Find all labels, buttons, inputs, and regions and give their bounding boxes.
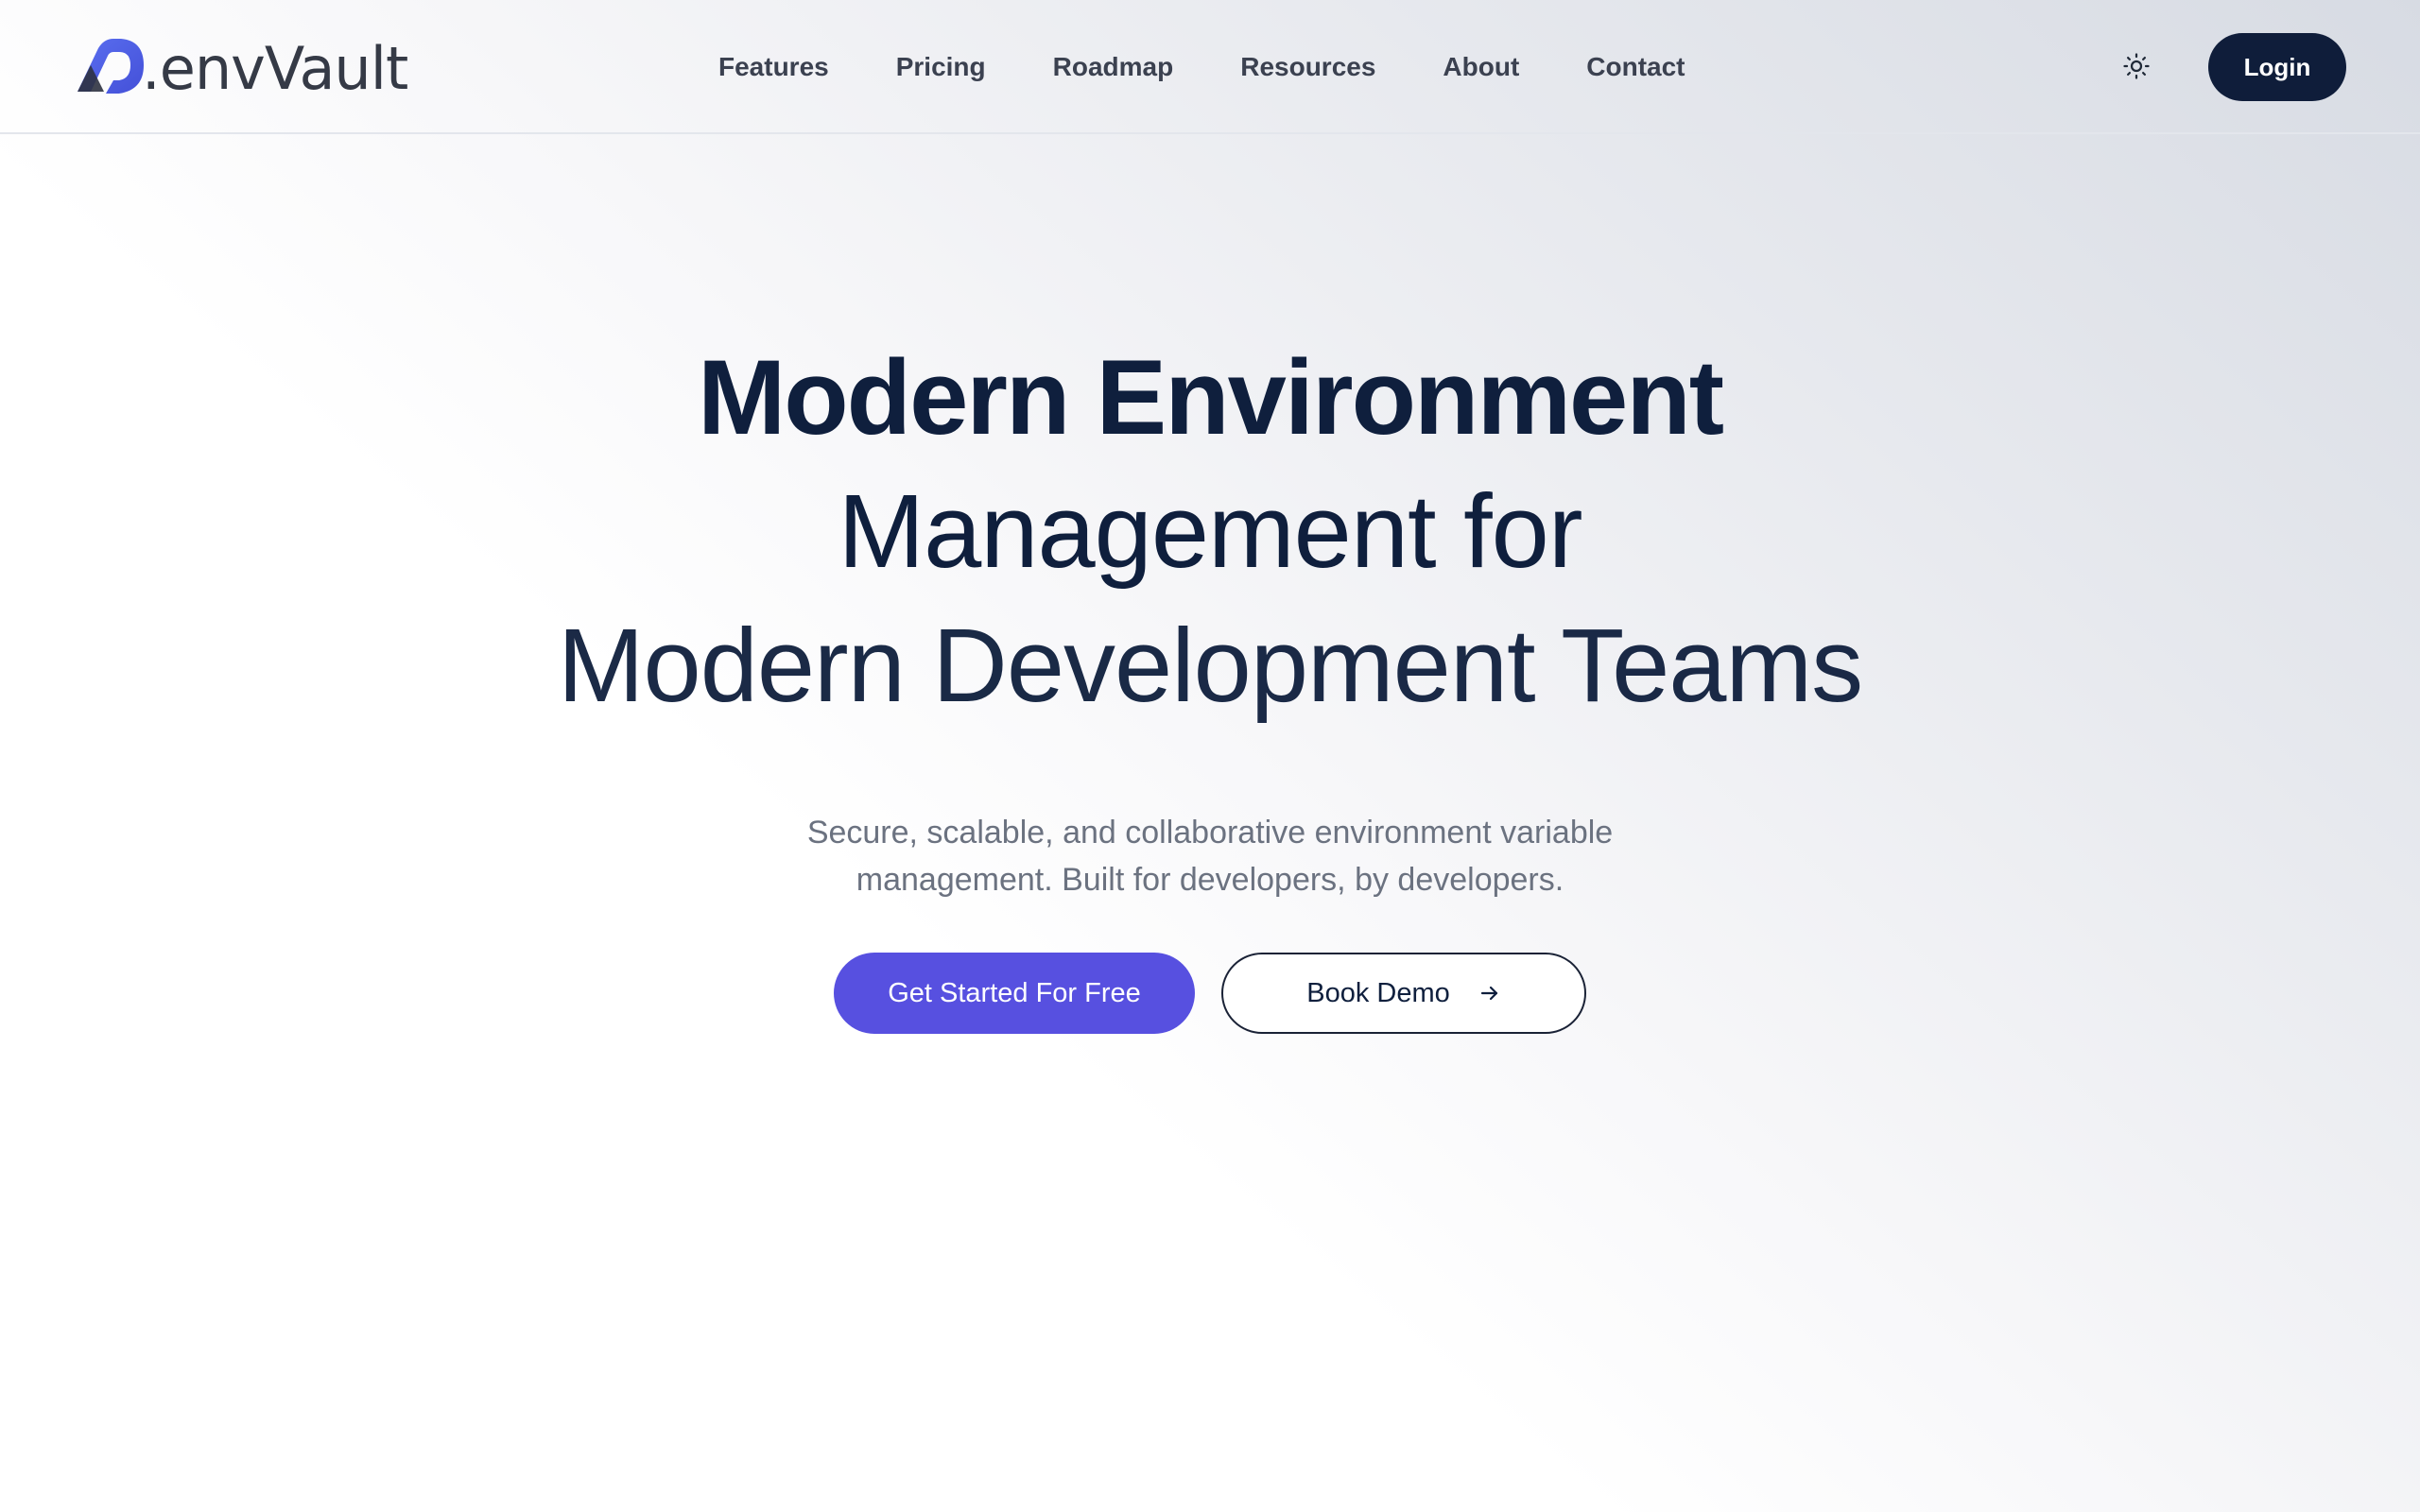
nav-item-features[interactable]: Features bbox=[718, 52, 829, 82]
site-header: .envVault Features Pricing Roadmap Resou… bbox=[0, 0, 2420, 134]
login-button[interactable]: Login bbox=[2208, 33, 2346, 101]
nav-item-contact[interactable]: Contact bbox=[1586, 52, 1685, 82]
brand-name: .envVault bbox=[142, 34, 408, 103]
nav-item-pricing[interactable]: Pricing bbox=[896, 52, 986, 82]
book-demo-label: Book Demo bbox=[1306, 977, 1450, 1008]
arrow-right-icon bbox=[1478, 982, 1501, 1005]
hero-title-line-2: Management for bbox=[838, 473, 1583, 590]
hero-subtitle: Secure, scalable, and collaborative envi… bbox=[806, 815, 1614, 898]
logo-icon bbox=[72, 37, 149, 101]
get-started-button[interactable]: Get Started For Free bbox=[834, 953, 1195, 1034]
nav-item-roadmap[interactable]: Roadmap bbox=[1053, 52, 1174, 82]
sun-icon bbox=[2122, 52, 2151, 85]
main-nav: Features Pricing Roadmap Resources About… bbox=[718, 42, 1753, 93]
hero-title-line-1: Modern Environment bbox=[697, 338, 1724, 456]
hero-title-line-3: Modern Development Teams bbox=[557, 608, 1863, 724]
brand-logo[interactable]: .envVault bbox=[72, 34, 408, 103]
book-demo-button[interactable]: Book Demo bbox=[1221, 953, 1586, 1034]
nav-item-resources[interactable]: Resources bbox=[1240, 52, 1375, 82]
nav-item-about[interactable]: About bbox=[1443, 52, 1519, 82]
theme-toggle-button[interactable] bbox=[2119, 51, 2153, 85]
cta-row: Get Started For Free Book Demo bbox=[0, 953, 2420, 1034]
hero-section: Modern Environment Management for Modern… bbox=[0, 331, 2420, 733]
